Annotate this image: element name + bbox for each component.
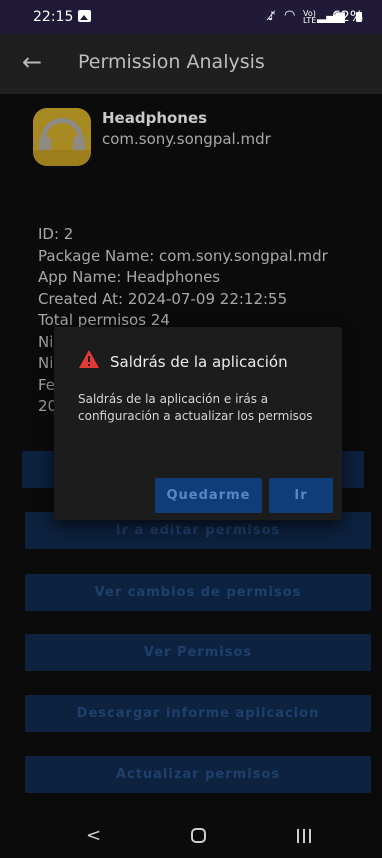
battery-icon <box>356 12 362 22</box>
view-permission-changes-button[interactable]: Ver cambios de permisos <box>25 574 371 611</box>
nav-home-icon[interactable] <box>191 828 206 843</box>
info-created-at: Created At: 2024-07-09 22:12:55 <box>38 289 288 308</box>
status-bar: 22:15 ♪̸ ◠ Vo) LTE ▂▄▆ 62% <box>0 0 382 34</box>
warning-icon <box>79 350 99 368</box>
view-permissions-button[interactable]: Ver Permisos <box>25 634 371 671</box>
arrow-left-icon[interactable]: ← <box>22 48 42 76</box>
update-permissions-button[interactable]: Actualizar permisos <box>25 756 371 793</box>
lte-label: Vo) LTE <box>303 9 317 25</box>
stay-button[interactable]: Quedarme <box>155 478 262 513</box>
nav-recents-icon[interactable] <box>296 829 312 843</box>
status-time: 22:15 <box>33 9 74 25</box>
mute-icon: ♪̸ <box>268 9 276 23</box>
nav-back-icon[interactable]: < <box>86 825 101 846</box>
dialog-title: Saldrás de la aplicación <box>110 353 288 371</box>
exit-app-dialog: Saldrás de la aplicación Saldrás de la a… <box>54 327 342 520</box>
info-id: ID: 2 <box>38 225 74 243</box>
dialog-message: Saldrás de la aplicación e irás a config… <box>78 392 313 423</box>
download-report-button[interactable]: Descargar informe aplicacion <box>25 695 371 732</box>
wifi-icon: ◠ <box>284 8 296 23</box>
info-app-name: App Name: Headphones <box>38 268 221 286</box>
app-package: com.sony.songpal.mdr <box>102 130 271 148</box>
page-title: Permission Analysis <box>78 51 265 73</box>
gallery-icon <box>78 10 91 22</box>
headphones-app-icon <box>33 108 91 166</box>
app-name: Headphones <box>102 109 208 127</box>
go-button[interactable]: Ir <box>269 478 333 513</box>
info-package-name: Package Name: com.sony.songpal.mdr <box>38 246 328 265</box>
system-nav-bar: < <box>0 813 382 858</box>
app-bar: ← Permission Analysis <box>0 34 382 94</box>
